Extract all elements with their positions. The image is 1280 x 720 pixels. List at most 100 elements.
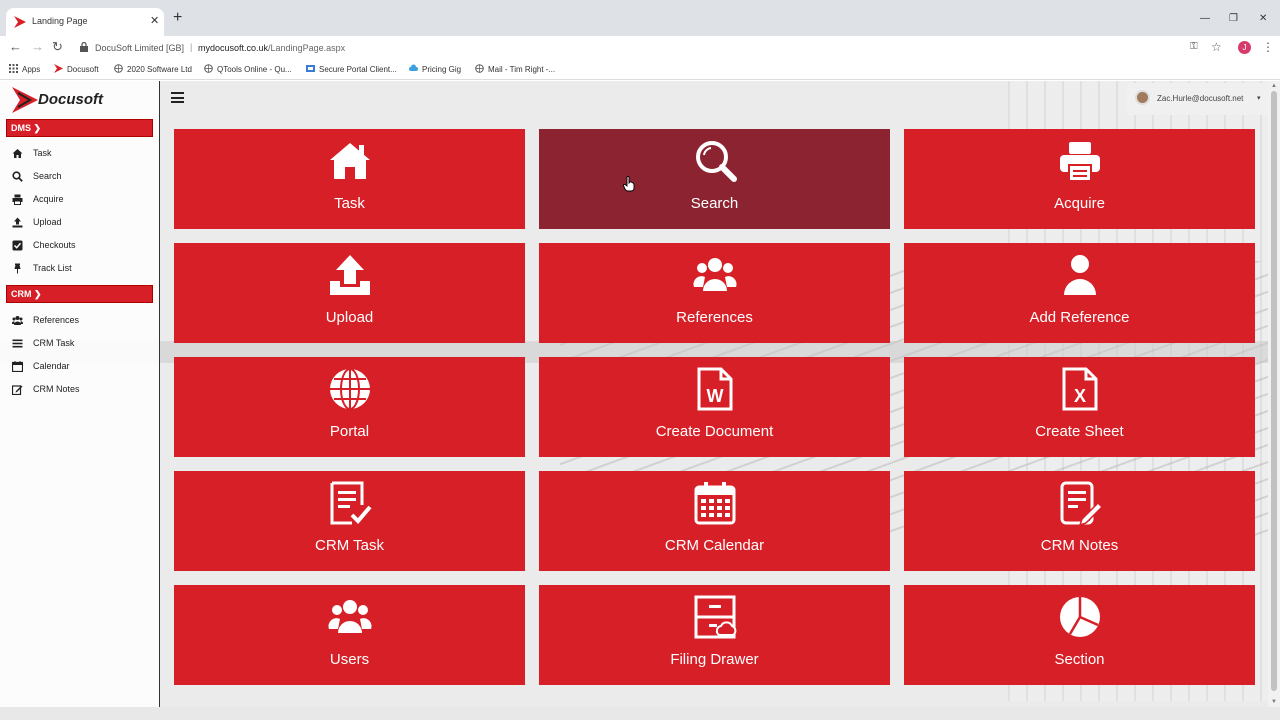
sidebar-item-label: CRM Notes	[33, 384, 80, 394]
tab-title: Landing Page	[32, 16, 88, 26]
tile-references[interactable]: References	[539, 243, 890, 343]
close-window-button[interactable]: ✕	[1259, 14, 1267, 24]
search-icon	[695, 141, 737, 182]
scrollbar-thumb[interactable]	[1271, 91, 1277, 691]
sidebar-item-task[interactable]: Task	[12, 145, 152, 163]
sidebar-item-label: Search	[33, 171, 62, 181]
sidebar: Docusoft DMS ❯ Task Search Acquire Uploa…	[0, 81, 160, 707]
browser-toolbar: ← → ↻ DocuSoft Limited [GB] | mydocusoft…	[0, 36, 1280, 60]
bookmark-star-icon[interactable]: ☆	[1211, 40, 1222, 54]
bookmark-docusoft[interactable]: Docusoft	[54, 64, 99, 74]
browser-tab[interactable]: Landing Page ✕	[6, 8, 164, 36]
globe-icon	[114, 64, 123, 73]
tile-crm-calendar[interactable]: CRM Calendar	[539, 471, 890, 571]
excel-file-icon: X	[1062, 367, 1097, 411]
users-icon	[12, 316, 23, 325]
forward-button[interactable]: →	[31, 40, 44, 54]
globe-icon	[204, 64, 213, 73]
bookmark-pricing-gig[interactable]: Pricing Gig	[409, 64, 461, 74]
restore-button[interactable]: ❐	[1229, 14, 1238, 24]
bookmark-label: Secure Portal Client...	[319, 65, 397, 74]
back-button[interactable]: ←	[9, 40, 22, 54]
sidebar-item-crm-task[interactable]: CRM Task	[12, 335, 152, 353]
sidebar-item-search[interactable]: Search	[12, 168, 152, 186]
page-scrollbar[interactable]: ▲ ▼	[1268, 81, 1280, 707]
tile-label: Create Document	[655, 423, 774, 440]
tile-label: Filing Drawer	[670, 651, 759, 668]
tile-label: Acquire	[1054, 195, 1105, 212]
tile-upload[interactable]: Upload	[174, 243, 525, 343]
printer-icon	[1059, 142, 1100, 182]
hamburger-menu-icon[interactable]	[171, 92, 184, 103]
address-bar[interactable]: mydocusoft.co.uk/LandingPage.aspx	[198, 43, 345, 53]
bookmark-2020-software[interactable]: 2020 Software Ltd	[114, 64, 192, 74]
reload-button[interactable]: ↻	[52, 40, 63, 54]
menu-kebab-icon[interactable]: ⋮	[1262, 40, 1274, 54]
sidebar-item-upload[interactable]: Upload	[12, 214, 152, 232]
sidebar-item-track-list[interactable]: Track List	[12, 260, 152, 278]
scroll-up-icon[interactable]: ▲	[1271, 83, 1277, 89]
bookmark-qtools[interactable]: QTools Online - Qu...	[204, 64, 292, 74]
key-icon[interactable]: ⚿	[1190, 41, 1198, 52]
sidebar-item-calendar[interactable]: Calendar	[12, 358, 152, 376]
bookmark-label: QTools Online - Qu...	[217, 65, 292, 74]
scroll-down-icon[interactable]: ▼	[1271, 699, 1277, 705]
pie-chart-icon	[1059, 597, 1100, 637]
tile-filing-drawer[interactable]: Filing Drawer	[539, 585, 890, 685]
tile-crm-task[interactable]: CRM Task	[174, 471, 525, 571]
tile-label: Task	[334, 195, 365, 212]
tile-search[interactable]: Search	[539, 129, 890, 229]
user-menu[interactable]: Zac.Hurle@docusoft.net ▾	[1127, 83, 1268, 115]
url-path: /LandingPage.aspx	[268, 43, 346, 53]
sidebar-item-references[interactable]: References	[12, 312, 152, 330]
user-email: Zac.Hurle@docusoft.net	[1157, 94, 1244, 103]
svg-text:X: X	[1073, 386, 1085, 406]
checkbox-icon	[12, 240, 23, 251]
url-site-identity[interactable]: DocuSoft Limited [GB]	[95, 43, 184, 53]
hand-cursor-icon	[623, 176, 635, 192]
upload-icon	[329, 255, 370, 295]
tile-task[interactable]: Task	[174, 129, 525, 229]
dms-section-header[interactable]: DMS ❯	[6, 119, 153, 137]
tile-crm-notes[interactable]: CRM Notes	[904, 471, 1255, 571]
bookmark-secure-portal[interactable]: Secure Portal Client...	[306, 64, 397, 74]
docusoft-favicon-icon	[14, 16, 26, 28]
edit-icon	[12, 385, 23, 395]
bookmark-mail[interactable]: Mail - Tim Right -...	[475, 64, 555, 74]
tile-add-reference[interactable]: Add Reference	[904, 243, 1255, 343]
tile-label: Users	[329, 651, 370, 668]
bookmark-label: Apps	[22, 65, 41, 74]
lock-icon[interactable]	[80, 42, 88, 52]
task-list-icon	[330, 481, 372, 525]
new-tab-button[interactable]: +	[173, 10, 182, 26]
printer-icon	[12, 194, 23, 205]
tile-label: References	[676, 309, 753, 326]
tile-acquire[interactable]: Acquire	[904, 129, 1255, 229]
browser-titlebar: Landing Page ✕ + — ❐ ✕	[0, 0, 1280, 36]
bookmark-apps[interactable]: Apps	[9, 64, 40, 74]
tile-users[interactable]: Users	[174, 585, 525, 685]
home-icon	[12, 149, 23, 158]
pin-icon	[14, 263, 21, 274]
tile-create-document[interactable]: W Create Document	[539, 357, 890, 457]
tile-portal[interactable]: Portal	[174, 357, 525, 457]
tile-label: Add Reference	[1029, 309, 1130, 326]
sidebar-item-crm-notes[interactable]: CRM Notes	[12, 381, 152, 399]
profile-avatar-icon[interactable]: J	[1238, 41, 1251, 54]
list-icon	[12, 339, 23, 348]
calendar-icon	[12, 361, 23, 372]
tab-close-icon[interactable]: ✕	[150, 14, 159, 27]
tile-create-sheet[interactable]: X Create Sheet	[904, 357, 1255, 457]
sidebar-item-acquire[interactable]: Acquire	[12, 191, 152, 209]
crm-section-header[interactable]: CRM ❯	[6, 285, 153, 303]
logo-text: Docusoft	[38, 91, 103, 108]
minimize-button[interactable]: —	[1200, 14, 1210, 24]
docusoft-icon	[54, 64, 63, 73]
user-icon	[1063, 255, 1096, 295]
docusoft-logo-icon	[12, 87, 38, 113]
sidebar-item-checkouts[interactable]: Checkouts	[12, 237, 152, 255]
url-separator: |	[190, 42, 193, 52]
tile-section[interactable]: Section	[904, 585, 1255, 685]
sidebar-item-label: Acquire	[33, 194, 64, 204]
bookmark-label: Mail - Tim Right -...	[488, 65, 556, 74]
